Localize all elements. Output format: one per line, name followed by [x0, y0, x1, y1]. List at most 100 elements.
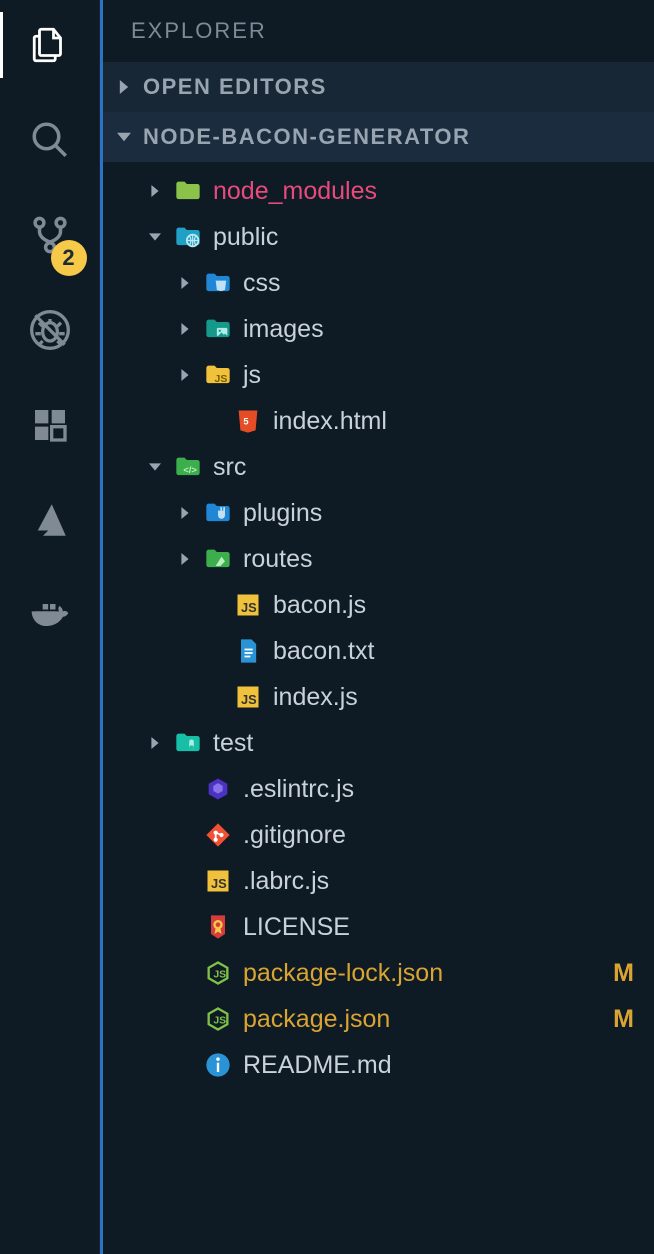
- tree-item-label: plugins: [243, 499, 654, 528]
- nodejs-icon: JS: [203, 958, 233, 988]
- tree-item-label: .gitignore: [243, 821, 654, 850]
- js-icon: JS: [233, 590, 263, 620]
- activity-azure[interactable]: [25, 495, 75, 545]
- svg-text:JS: JS: [215, 373, 228, 385]
- file-item[interactable]: LICENSE: [103, 904, 654, 950]
- debug-icon: [28, 308, 72, 352]
- chevron-right-icon: [149, 737, 163, 749]
- files-icon: [29, 24, 71, 66]
- tree-item-label: package.json: [243, 1005, 603, 1034]
- git-status-badge: M: [613, 1005, 654, 1034]
- folder-item[interactable]: node_modules: [103, 168, 654, 214]
- tree-item-label: bacon.txt: [273, 637, 654, 666]
- docker-icon: [28, 593, 72, 637]
- tree-item-label: index.js: [273, 683, 654, 712]
- chevron-right-icon: [117, 80, 131, 94]
- file-item[interactable]: JS .labrc.js: [103, 858, 654, 904]
- file-item[interactable]: bacon.txt: [103, 628, 654, 674]
- section-label: NODE-BACON-GENERATOR: [143, 124, 470, 150]
- section-open-editors[interactable]: OPEN EDITORS: [103, 62, 654, 112]
- activity-debug[interactable]: [25, 305, 75, 355]
- svg-text:5: 5: [243, 417, 248, 427]
- folder-test-icon: [173, 728, 203, 758]
- folder-green-icon: [173, 176, 203, 206]
- folder-item[interactable]: test: [103, 720, 654, 766]
- svg-text:JS: JS: [213, 1015, 226, 1027]
- tree-item-label: test: [213, 729, 654, 758]
- tree-item-label: .eslintrc.js: [243, 775, 654, 804]
- chevron-right-icon: [179, 277, 193, 289]
- chevron-down-icon: [117, 130, 131, 144]
- svg-text:JS: JS: [213, 969, 226, 981]
- svg-text:JS: JS: [241, 600, 257, 615]
- file-item[interactable]: README.md: [103, 1042, 654, 1088]
- chevron-right-icon: [149, 185, 163, 197]
- tree-item-label: images: [243, 315, 654, 344]
- file-item[interactable]: .gitignore: [103, 812, 654, 858]
- file-item[interactable]: JS bacon.js: [103, 582, 654, 628]
- tree-item-label: src: [213, 453, 654, 482]
- folder-item[interactable]: plugins: [103, 490, 654, 536]
- file-item[interactable]: JS package-lock.json M: [103, 950, 654, 996]
- activity-bar: 2: [0, 0, 100, 1254]
- folder-js-icon: JS: [203, 360, 233, 390]
- tree-item-label: package-lock.json: [243, 959, 603, 988]
- section-label: OPEN EDITORS: [143, 74, 327, 100]
- tree-item-label: node_modules: [213, 177, 654, 206]
- tree-item-label: css: [243, 269, 654, 298]
- chevron-right-icon: [179, 553, 193, 565]
- html-icon: 5: [233, 406, 263, 436]
- activity-explorer[interactable]: [25, 20, 75, 70]
- extensions-icon: [30, 405, 70, 445]
- activity-docker[interactable]: [25, 590, 75, 640]
- chevron-right-icon: [179, 507, 193, 519]
- git-status-badge: M: [613, 959, 654, 988]
- tree-item-label: LICENSE: [243, 913, 654, 942]
- chevron-right-icon: [179, 323, 193, 335]
- folder-item[interactable]: css: [103, 260, 654, 306]
- eslint-icon: [203, 774, 233, 804]
- tree-item-label: README.md: [243, 1051, 654, 1080]
- folder-item[interactable]: </> src: [103, 444, 654, 490]
- txt-icon: [233, 636, 263, 666]
- js-icon: JS: [233, 682, 263, 712]
- folder-routes-icon: [203, 544, 233, 574]
- tree-item-label: index.html: [273, 407, 654, 436]
- file-item[interactable]: JS package.json M: [103, 996, 654, 1042]
- search-icon: [29, 119, 71, 161]
- scm-badge: 2: [51, 240, 87, 276]
- chevron-down-icon: [149, 231, 163, 243]
- tree-item-label: .labrc.js: [243, 867, 654, 896]
- folder-item[interactable]: JS js: [103, 352, 654, 398]
- svg-text:</>: </>: [183, 465, 197, 475]
- file-item[interactable]: 5 index.html: [103, 398, 654, 444]
- file-tree: node_modulespublic css images JS js 5 index.ht…: [103, 162, 654, 1094]
- tree-item-label: bacon.js: [273, 591, 654, 620]
- activity-extensions[interactable]: [25, 400, 75, 450]
- folder-plugins-icon: [203, 498, 233, 528]
- readme-icon: [203, 1050, 233, 1080]
- folder-item[interactable]: routes: [103, 536, 654, 582]
- azure-icon: [29, 499, 71, 541]
- file-item[interactable]: JS index.js: [103, 674, 654, 720]
- folder-item[interactable]: images: [103, 306, 654, 352]
- file-item[interactable]: .eslintrc.js: [103, 766, 654, 812]
- folder-images-icon: [203, 314, 233, 344]
- activity-search[interactable]: [25, 115, 75, 165]
- tree-item-label: routes: [243, 545, 654, 574]
- activity-source-control[interactable]: 2: [25, 210, 75, 260]
- explorer-sidebar: EXPLORER OPEN EDITORS NODE-BACON-GENERAT…: [100, 0, 654, 1254]
- tree-item-label: js: [243, 361, 654, 390]
- chevron-right-icon: [179, 369, 193, 381]
- section-workspace[interactable]: NODE-BACON-GENERATOR: [103, 112, 654, 162]
- folder-public-icon: [173, 222, 203, 252]
- chevron-down-icon: [149, 461, 163, 473]
- folder-item[interactable]: public: [103, 214, 654, 260]
- folder-css-icon: [203, 268, 233, 298]
- tree-item-label: public: [213, 223, 654, 252]
- license-icon: [203, 912, 233, 942]
- folder-src-icon: </>: [173, 452, 203, 482]
- git-icon: [203, 820, 233, 850]
- js-icon: JS: [203, 866, 233, 896]
- sidebar-title: EXPLORER: [103, 0, 654, 62]
